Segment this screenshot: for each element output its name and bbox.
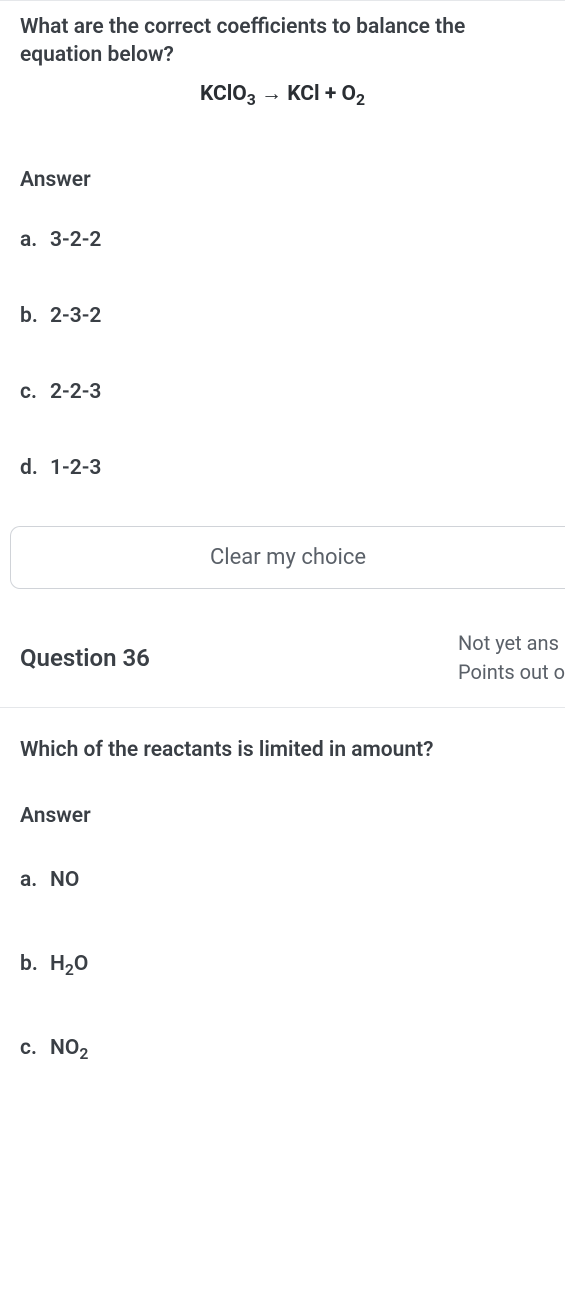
option-letter: b.	[20, 304, 50, 328]
option-text: 1-2-3	[50, 456, 101, 480]
option-letter: c.	[20, 380, 50, 404]
answer-label-35: Answer	[0, 136, 565, 202]
option-text: 2-2-3	[50, 380, 101, 404]
question-36-number: Question 36	[20, 644, 150, 672]
option-text: 3-2-2	[50, 228, 101, 252]
option-text: NO2	[50, 1036, 88, 1060]
question-35-equation: KClO3 → KCl + O2	[0, 78, 565, 136]
answer-label-36: Answer	[0, 772, 565, 838]
question-36-block: Which of the reactants is limited in amo…	[0, 708, 565, 1090]
answer-option-35-a[interactable]: a. 3-2-2	[20, 202, 545, 278]
clear-my-choice-button[interactable]: Clear my choice	[10, 526, 565, 589]
option-letter: d.	[20, 456, 50, 480]
answer-option-36-a[interactable]: a. NO	[20, 838, 545, 922]
option-letter: a.	[20, 868, 50, 892]
answer-option-35-b[interactable]: b. 2-3-2	[20, 278, 545, 354]
option-text: H2O	[50, 952, 88, 976]
option-letter: b.	[20, 952, 50, 976]
status-not-yet-answered: Not yet ans	[458, 629, 565, 658]
status-points-out-of: Points out o	[458, 658, 565, 687]
question-36-header: Question 36 Not yet ans Points out o	[0, 589, 565, 708]
answer-options-35: a. 3-2-2 b. 2-3-2 c. 2-2-3 d. 1-2-3	[0, 202, 565, 506]
option-text: 2-3-2	[50, 304, 101, 328]
answer-option-36-c[interactable]: c. NO2	[20, 1006, 545, 1090]
question-36-status: Not yet ans Points out o	[458, 629, 565, 687]
option-text: NO	[50, 868, 79, 892]
answer-option-35-d[interactable]: d. 1-2-3	[20, 430, 545, 506]
question-36-prompt: Which of the reactants is limited in amo…	[0, 708, 565, 772]
option-letter: a.	[20, 228, 50, 252]
answer-option-36-b[interactable]: b. H2O	[20, 922, 545, 1006]
option-letter: c.	[20, 1036, 50, 1060]
answer-options-36: a. NO b. H2O c. NO2	[0, 838, 565, 1090]
question-35-block: What are the correct coefficients to bal…	[0, 0, 565, 589]
question-35-prompt: What are the correct coefficients to bal…	[0, 0, 565, 78]
answer-option-35-c[interactable]: c. 2-2-3	[20, 354, 545, 430]
